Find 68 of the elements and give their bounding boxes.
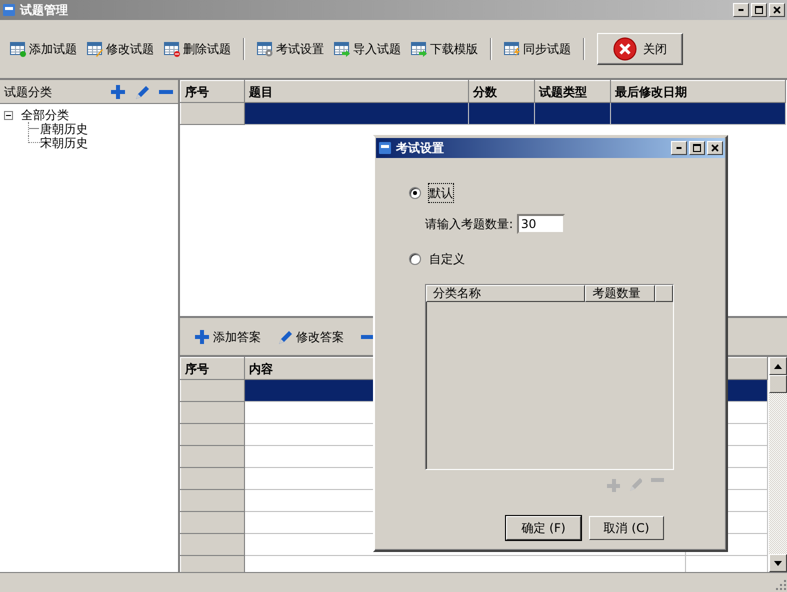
column-header[interactable]: 题目 [244,80,468,102]
minimize-icon [738,9,744,11]
toolbar-button[interactable]: 导入试题 [330,38,405,60]
plus-icon [110,84,126,100]
toolbar-button[interactable]: 同步试题 [500,38,575,60]
table-row[interactable] [180,102,786,124]
toolbar-button[interactable]: 修改试题 [83,38,158,60]
column-header[interactable] [655,285,674,302]
ok-button[interactable]: 确定 (F) [506,516,581,540]
maximize-icon [754,5,764,15]
toolbar-button[interactable]: 删除试题 [160,38,235,60]
column-header[interactable]: 分类名称 [426,285,586,302]
close-icon [772,5,782,15]
column-header[interactable]: 序号 [180,80,244,102]
sheet-pencil-icon [87,41,103,57]
scroll-thumb[interactable] [769,375,787,393]
toolbar-button[interactable]: 考试设置 [253,38,328,60]
radio-label[interactable]: 默认 [429,184,453,202]
field-label: 请输入考题数量: [425,216,514,233]
toolbar-button[interactable]: 添加答案 [190,326,265,348]
resize-grip-icon [775,579,787,591]
scrollbar[interactable] [769,357,787,572]
close-button[interactable]: 关闭 [597,33,683,65]
close-button[interactable] [707,141,723,155]
radio-button[interactable] [409,253,421,265]
window-icon [378,141,392,155]
minimize-button[interactable] [671,141,687,155]
window-title: 试题管理 [20,2,68,19]
toolbar-button[interactable]: 下载模版 [407,38,482,60]
minimize-button[interactable] [733,3,749,17]
sheet-gear-icon [257,41,273,57]
radio-label[interactable]: 自定义 [429,250,465,268]
plus-icon [194,328,210,344]
down-arrow-icon [774,560,782,566]
panel-title: 试题分类 [4,84,52,100]
remove-button[interactable] [158,90,174,94]
column-header[interactable]: 序号 [180,358,244,380]
column-header[interactable]: 分数 [468,80,534,102]
close-button[interactable] [769,3,785,17]
pen-icon [277,328,293,344]
minus-icon [158,90,174,94]
up-arrow-icon [774,364,782,368]
count-field[interactable]: 30 [517,214,566,234]
radio-button[interactable] [409,187,421,199]
plus-icon [606,478,620,492]
sheet-remove-icon [164,41,180,57]
maximize-button[interactable] [689,141,705,155]
window-icon [2,3,16,17]
maximize-icon [692,143,702,153]
edit-button[interactable] [134,84,150,100]
column-header[interactable]: 最后修改日期 [610,80,786,102]
cancel-button[interactable]: 取消 (C) [589,516,664,540]
dialog-title: 考试设置 [396,140,444,157]
collapse-icon[interactable] [4,110,13,120]
minimize-icon [676,147,682,149]
pen-icon [628,478,642,492]
column-header[interactable]: 考题数量 [585,285,656,302]
pen-icon [134,84,150,100]
column-header[interactable]: 试题类型 [534,80,610,102]
close-icon [613,37,637,61]
maximize-button[interactable] [751,3,767,17]
toolbar-button[interactable]: 添加试题 [6,38,81,60]
toolbar-button[interactable]: 修改答案 [273,326,348,348]
add-button[interactable] [110,84,126,100]
minus-icon [650,478,664,482]
sheet-add-icon [10,41,26,57]
close-icon [710,143,720,153]
sheet-bolt-icon [504,41,520,57]
